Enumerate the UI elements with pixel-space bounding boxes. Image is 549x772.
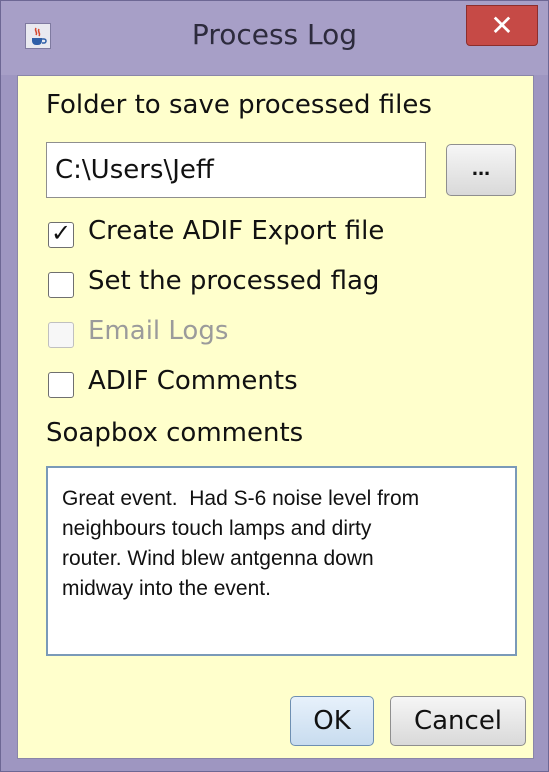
dialog-content: Folder to save processed files C:\Users\… — [17, 75, 534, 759]
folder-label: Folder to save processed files — [46, 90, 432, 120]
create-adif-export-checkbox[interactable]: ✓ — [48, 219, 74, 248]
adif-comments-checkbox[interactable] — [48, 372, 74, 398]
email-logs-checkbox — [48, 322, 74, 348]
title-bar: Process Log ✕ — [1, 1, 548, 75]
process-log-window: Process Log ✕ Folder to save processed f… — [0, 0, 549, 772]
folder-path-input[interactable]: C:\Users\Jeff — [46, 142, 426, 198]
set-processed-flag-label: Set the processed flag — [88, 266, 380, 296]
browse-button[interactable]: ... — [446, 144, 516, 196]
set-processed-flag-checkbox[interactable] — [48, 272, 74, 298]
soapbox-comments-label: Soapbox comments — [46, 418, 304, 448]
cancel-button[interactable]: Cancel — [390, 696, 526, 746]
close-button[interactable]: ✕ — [466, 5, 538, 46]
soapbox-comments-textarea[interactable]: Great event. Had S-6 noise level from ne… — [46, 466, 517, 656]
checkmark-icon: ✓ — [51, 219, 72, 247]
email-logs-label: Email Logs — [88, 316, 229, 346]
ok-button[interactable]: OK — [290, 696, 374, 746]
create-adif-export-label: Create ADIF Export file — [88, 216, 385, 246]
close-icon: ✕ — [490, 9, 514, 42]
adif-comments-label: ADIF Comments — [88, 366, 298, 396]
